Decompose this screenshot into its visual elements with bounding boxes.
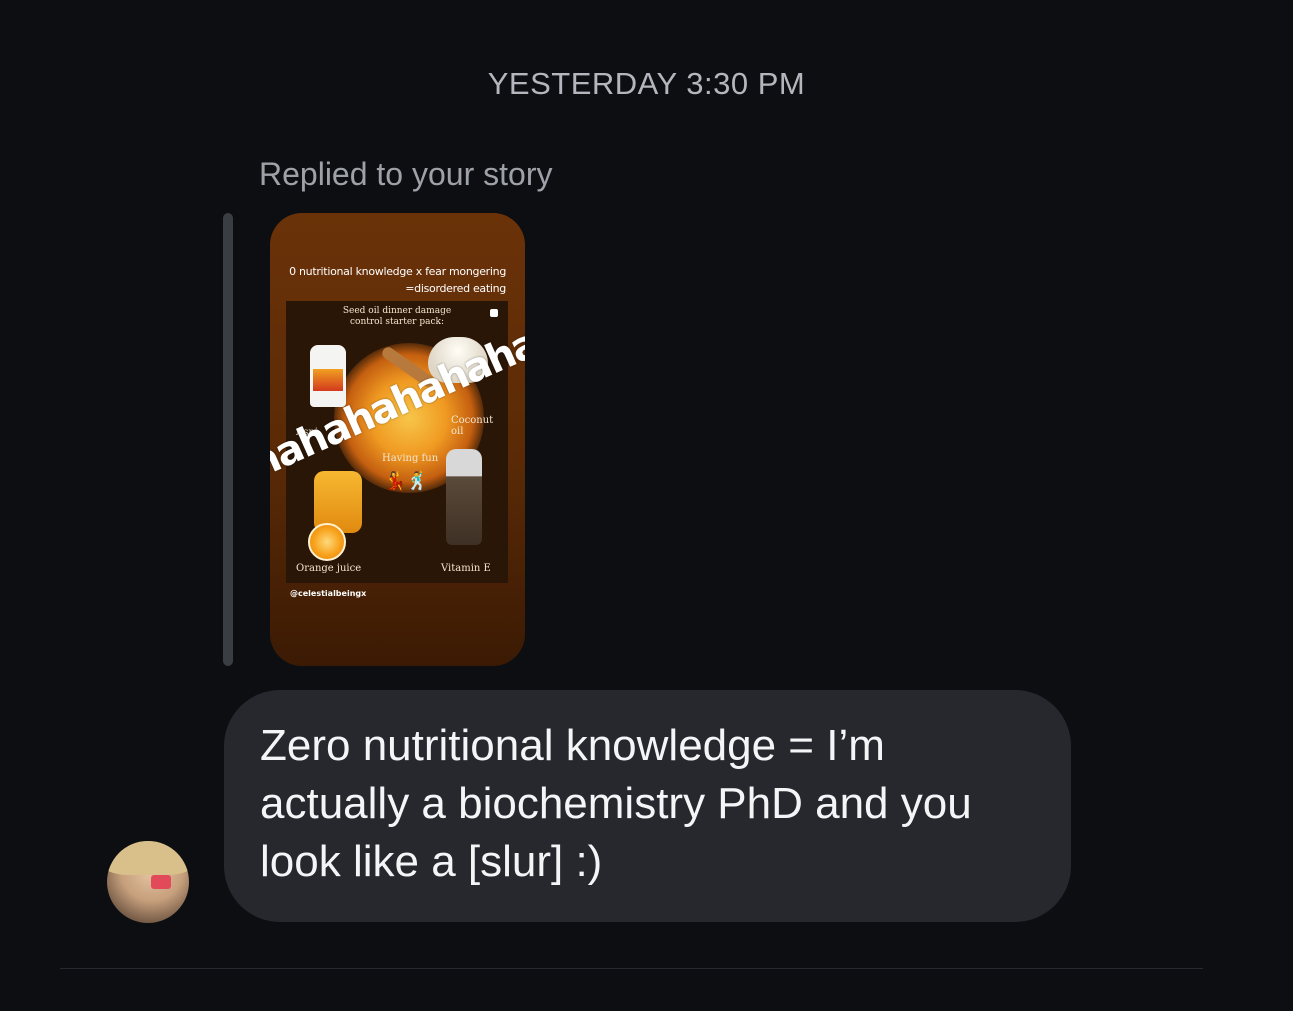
starter-pack-title: Seed oil dinner damage control starter p…	[286, 306, 508, 328]
dancers-emoji: 💃🕺	[384, 471, 429, 492]
message-timestamp: YESTERDAY 3:30 PM	[487, 66, 806, 101]
starter-pack-title-line: control starter pack:	[350, 317, 444, 327]
sender-avatar[interactable]	[107, 841, 189, 923]
message-text: Zero nutritional knowledge = I’m actuall…	[260, 721, 972, 886]
message-bubble[interactable]: Zero nutritional knowledge = I’m actuall…	[224, 690, 1071, 922]
thread-divider	[60, 968, 1203, 969]
story-caption: 0 nutritional knowledge x fear mongering…	[286, 263, 506, 297]
label-vitamin-e: Vitamin E	[441, 563, 491, 574]
label-having-fun: Having fun	[382, 453, 439, 464]
label-coconut-oil: Coconut oil	[451, 415, 494, 437]
reply-indicator-bar	[223, 213, 233, 666]
vitamin-e-bottle-graphic	[446, 449, 482, 545]
starter-pack-title-line: Seed oil dinner damage	[342, 306, 452, 316]
story-sticker-icon	[490, 309, 498, 317]
aspirin-bottle-graphic	[310, 345, 346, 407]
story-reply-label: Replied to your story	[259, 156, 553, 192]
story-preview-thumbnail[interactable]: 0 nutritional knowledge x fear mongering…	[270, 213, 525, 666]
orange-slice-graphic	[308, 523, 346, 561]
label-orange-juice: Orange juice	[296, 563, 362, 574]
story-author-handle: @celestialbeingx	[290, 589, 367, 598]
story-caption-line: 0 nutritional knowledge x fear mongering	[289, 265, 506, 278]
story-caption-line: =disordered eating	[405, 282, 506, 295]
